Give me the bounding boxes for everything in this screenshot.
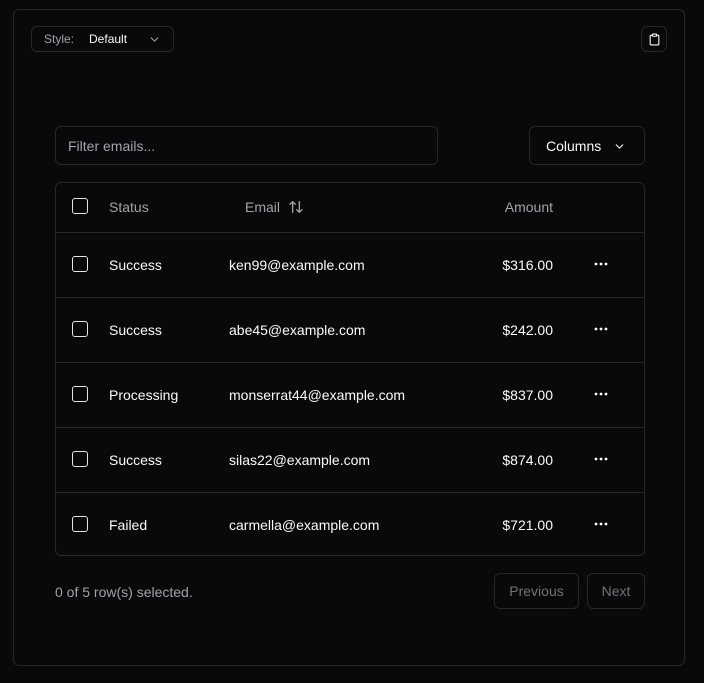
row-actions-button[interactable]	[589, 512, 613, 536]
clipboard-icon	[649, 33, 659, 45]
payments-table: Status Email Amount Success ken99@exampl…	[55, 182, 645, 556]
previous-page-button[interactable]: Previous	[494, 573, 579, 609]
row-actions-button[interactable]	[589, 447, 613, 471]
columns-button[interactable]: Columns	[529, 126, 645, 165]
row-actions-button[interactable]	[589, 317, 613, 341]
more-horizontal-icon	[594, 392, 608, 396]
row-email: carmella@example.com	[229, 517, 380, 533]
row-status: Success	[109, 322, 162, 338]
columns-button-label: Columns	[546, 137, 602, 154]
chevron-down-icon	[150, 37, 159, 42]
row-email: monserrat44@example.com	[229, 387, 406, 403]
header-email-sort-button[interactable]: Email	[245, 199, 304, 215]
row-checkbox[interactable]	[72, 386, 88, 402]
row-email: ken99@example.com	[229, 257, 365, 273]
next-page-button[interactable]: Next	[587, 573, 645, 609]
more-horizontal-icon	[594, 327, 608, 331]
filter-emails-input[interactable]	[55, 126, 438, 165]
row-amount: $242.00	[502, 322, 553, 338]
row-amount: $316.00	[502, 257, 553, 273]
row-amount: $874.00	[502, 452, 553, 468]
row-actions-button[interactable]	[589, 252, 613, 276]
selection-count: 0 of 5 row(s) selected.	[55, 584, 193, 600]
preview-frame: Style: Default Columns Status Email Amou…	[13, 9, 685, 666]
header-amount: Amount	[504, 199, 553, 215]
row-checkbox[interactable]	[72, 256, 88, 272]
row-status: Processing	[109, 387, 179, 403]
copy-button[interactable]	[641, 26, 667, 52]
row-status: Success	[109, 257, 162, 273]
more-horizontal-icon	[594, 457, 608, 461]
row-email: silas22@example.com	[229, 452, 371, 468]
row-checkbox[interactable]	[72, 516, 88, 532]
header-email-label: Email	[245, 199, 281, 215]
sort-arrows-icon	[289, 201, 303, 213]
row-amount: $721.00	[502, 517, 553, 533]
row-checkbox[interactable]	[72, 451, 88, 467]
table-row: Success ken99@example.com $316.00	[56, 232, 644, 297]
more-horizontal-icon	[594, 262, 608, 266]
style-select-label: Style:	[44, 32, 75, 46]
style-select[interactable]: Style: Default	[31, 26, 174, 52]
chevron-down-icon	[615, 144, 624, 149]
table-row: Success abe45@example.com $242.00	[56, 297, 644, 362]
header-status: Status	[109, 199, 149, 215]
table-row: Processing monserrat44@example.com $837.…	[56, 362, 644, 427]
more-horizontal-icon	[594, 522, 608, 526]
row-amount: $837.00	[502, 387, 553, 403]
table-header: Status Email Amount	[56, 183, 644, 232]
row-checkbox[interactable]	[72, 321, 88, 337]
select-all-checkbox[interactable]	[72, 198, 88, 214]
row-status: Failed	[109, 517, 148, 533]
table-row: Failed carmella@example.com $721.00	[56, 492, 644, 555]
row-email: abe45@example.com	[229, 322, 366, 338]
row-actions-button[interactable]	[589, 382, 613, 406]
table-row: Success silas22@example.com $874.00	[56, 427, 644, 492]
row-status: Success	[109, 452, 162, 468]
style-select-value: Default	[89, 32, 128, 46]
